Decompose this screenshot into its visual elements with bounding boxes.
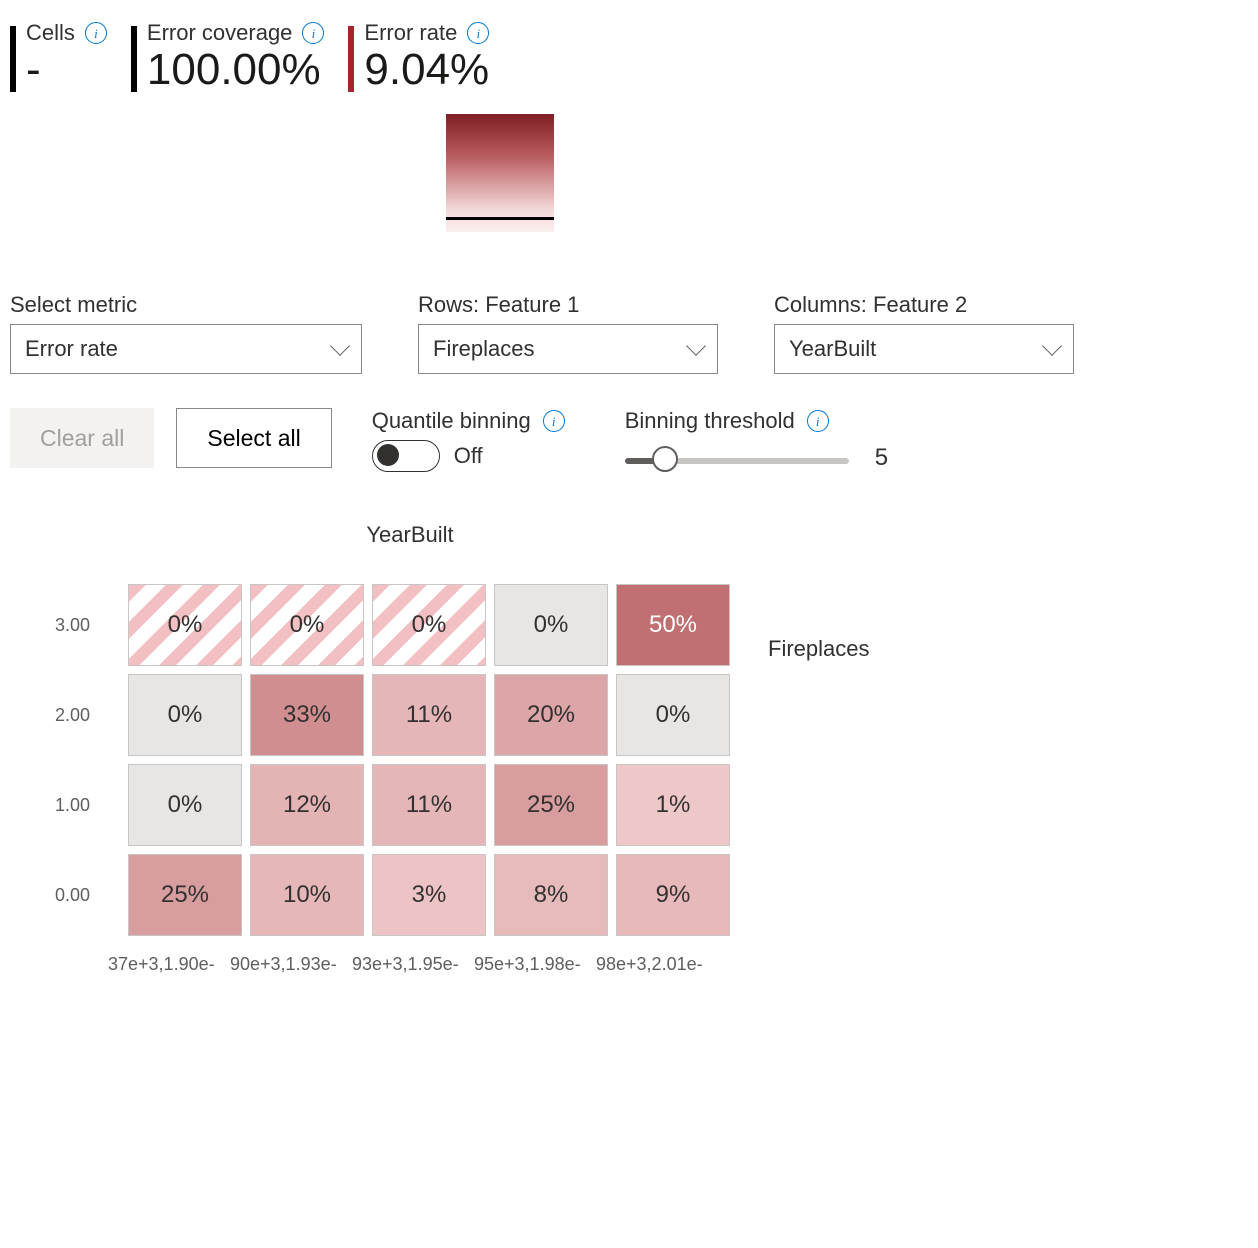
heatmap-cell[interactable]: 9% (616, 854, 730, 936)
col-tick: 93e+3,1.95e- (352, 954, 474, 975)
heatmap-cell[interactable]: 25% (494, 764, 608, 846)
binning-threshold-label: Binning threshold (625, 408, 795, 434)
heatmap-cell[interactable]: 11% (372, 674, 486, 756)
clear-all-button: Clear all (10, 408, 154, 468)
heatmap-cell[interactable]: 0% (372, 584, 486, 666)
rows-label: Rows: Feature 1 (418, 292, 718, 318)
info-icon[interactable]: i (85, 22, 107, 44)
col-ticks: 37e+3,1.90e-90e+3,1.93e-93e+3,1.95e-95e+… (108, 954, 1248, 975)
info-icon[interactable]: i (807, 410, 829, 432)
heatmap-cell[interactable]: 0% (128, 674, 242, 756)
heatmap-cell[interactable]: 1% (616, 764, 730, 846)
stat-divider (131, 26, 137, 92)
heatmap-cell[interactable]: 0% (128, 764, 242, 846)
stat-divider (348, 26, 354, 92)
stat-cells-label: Cells (26, 20, 75, 46)
heatmap-grid: 0%0%0%0%50%0%33%11%20%0%0%12%11%25%1%25%… (128, 584, 730, 936)
heatmap-cell[interactable]: 11% (372, 764, 486, 846)
stat-coverage-value: 100.00% (147, 46, 325, 94)
row-ticks: 3.00 2.00 1.00 0.00 (20, 584, 90, 936)
action-row: Clear all Select all Quantile binning i … (10, 408, 1248, 472)
col-tick: 98e+3,2.01e- (596, 954, 718, 975)
heatmap-cell[interactable]: 33% (250, 674, 364, 756)
heatmap-cell[interactable]: 12% (250, 764, 364, 846)
metric-label: Select metric (10, 292, 362, 318)
stat-divider (10, 26, 16, 92)
info-icon[interactable]: i (467, 22, 489, 44)
chevron-down-icon (330, 336, 350, 356)
row-tick: 2.00 (20, 674, 90, 756)
quantile-binning-label: Quantile binning (372, 408, 531, 434)
heatmap-cell[interactable]: 25% (128, 854, 242, 936)
heatmap-cell[interactable]: 20% (494, 674, 608, 756)
select-all-button[interactable]: Select all (176, 408, 331, 468)
slider-handle[interactable] (652, 446, 678, 472)
stat-error-coverage: Error coverage i 100.00% (131, 20, 341, 94)
metric-dropdown-value: Error rate (25, 336, 118, 362)
row-tick: 3.00 (20, 584, 90, 666)
toggle-thumb (377, 444, 399, 466)
columns-label: Columns: Feature 2 (774, 292, 1074, 318)
dropdown-row: Select metric Error rate Rows: Feature 1… (10, 292, 1248, 374)
chevron-down-icon (686, 336, 706, 356)
stat-error-rate: Error rate i 9.04% (348, 20, 505, 94)
metric-dropdown[interactable]: Error rate (10, 324, 362, 374)
heatmap-cell[interactable]: 8% (494, 854, 608, 936)
heatmap-cell[interactable]: 3% (372, 854, 486, 936)
toggle-state-text: Off (454, 443, 483, 469)
rows-dropdown[interactable]: Fireplaces (418, 324, 718, 374)
chevron-down-icon (1042, 336, 1062, 356)
heatmap: YearBuilt 3.002.001.000.00 0%0%0%0%50%0%… (20, 522, 1248, 975)
stat-cells: Cells i - (10, 20, 123, 94)
heatmap-cell[interactable]: 0% (494, 584, 608, 666)
heatmap-row-axis-title: Fireplaces (768, 636, 869, 662)
heatmap-cell[interactable]: 10% (250, 854, 364, 936)
row-tick: 0.00 (20, 854, 90, 936)
columns-dropdown[interactable]: YearBuilt (774, 324, 1074, 374)
info-icon[interactable]: i (543, 410, 565, 432)
stat-rate-value: 9.04% (364, 46, 489, 94)
stat-coverage-label: Error coverage (147, 20, 293, 46)
slider-value: 5 (875, 444, 888, 472)
info-icon[interactable]: i (302, 22, 324, 44)
rows-dropdown-value: Fireplaces (433, 336, 534, 362)
col-tick: 95e+3,1.98e- (474, 954, 596, 975)
color-scale-swatch (446, 114, 554, 232)
heatmap-col-axis-title: YearBuilt (120, 522, 700, 548)
row-tick: 1.00 (20, 764, 90, 846)
heatmap-cell[interactable]: 50% (616, 584, 730, 666)
binning-threshold-slider[interactable] (625, 458, 849, 464)
heatmap-cell[interactable]: 0% (250, 584, 364, 666)
stat-rate-label: Error rate (364, 20, 457, 46)
heatmap-cell[interactable]: 0% (616, 674, 730, 756)
col-tick: 37e+3,1.90e- (108, 954, 230, 975)
stats-row: Cells i - Error coverage i 100.00% Error… (10, 20, 1248, 94)
col-tick: 90e+3,1.93e- (230, 954, 352, 975)
quantile-binning-toggle[interactable] (372, 440, 440, 472)
columns-dropdown-value: YearBuilt (789, 336, 876, 362)
heatmap-cell[interactable]: 0% (128, 584, 242, 666)
stat-cells-value: - (26, 46, 107, 94)
